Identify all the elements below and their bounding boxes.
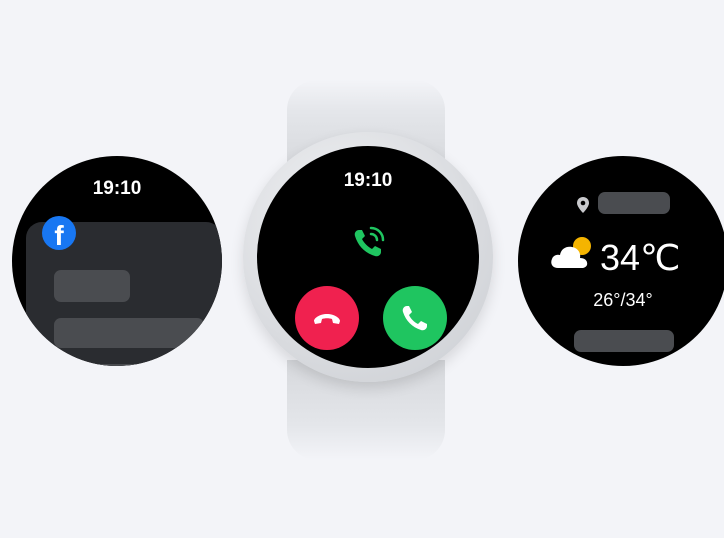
accept-call-button[interactable] xyxy=(383,286,447,350)
placeholder-bar xyxy=(54,364,204,366)
facebook-letter: f xyxy=(54,220,64,250)
center-watch-time: 19:10 xyxy=(343,170,393,191)
placeholder-bar xyxy=(54,318,204,348)
location-pin-icon xyxy=(577,197,589,213)
temperature-value: 34℃ xyxy=(600,237,681,278)
phone-decline-icon xyxy=(314,314,340,324)
center-watch-screen: 19:10 xyxy=(257,146,479,368)
location-placeholder-bar xyxy=(598,192,670,214)
decline-call-button[interactable] xyxy=(295,286,359,350)
left-watch-time: 19:10 xyxy=(92,178,142,199)
stage: 19:10 f 19:10 34℃ 26°/34° xyxy=(0,0,724,538)
ringing-phone-icon xyxy=(354,226,385,257)
right-watch-screen: 34℃ 26°/34° xyxy=(518,156,724,366)
partly-cloudy-icon xyxy=(551,237,591,268)
temperature-range: 26°/34° xyxy=(593,290,653,310)
left-watch-screen: 19:10 f xyxy=(12,156,222,366)
placeholder-bar xyxy=(54,270,130,302)
placeholder-bar xyxy=(574,330,674,352)
phone-accept-icon xyxy=(402,306,427,331)
facebook-icon: f xyxy=(42,216,76,250)
